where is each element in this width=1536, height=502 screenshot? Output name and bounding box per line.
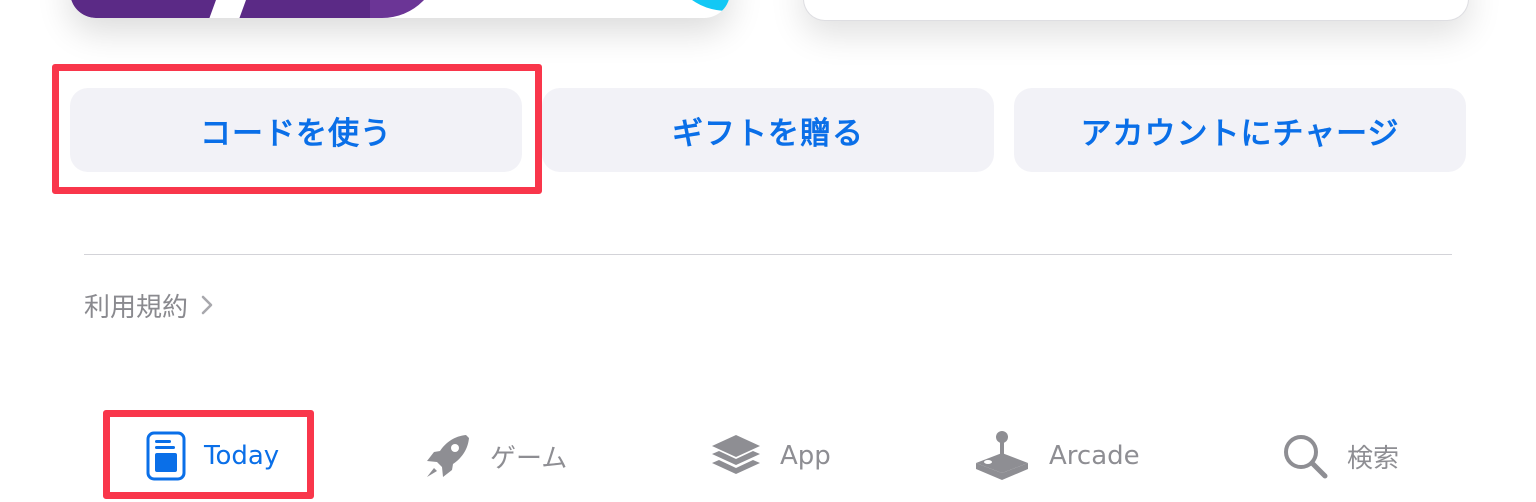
add-funds-button[interactable]: アカウントにチャージ	[1014, 88, 1466, 172]
divider	[84, 254, 1452, 255]
terms-label: 利用規約	[84, 292, 189, 323]
layers-icon	[710, 432, 762, 480]
tab-today-label: Today	[204, 441, 280, 471]
tab-arcade-label: Arcade	[1049, 441, 1140, 471]
joystick-icon	[973, 430, 1031, 482]
tab-games-label: ゲーム	[490, 443, 568, 474]
search-icon	[1281, 432, 1329, 480]
tab-arcade[interactable]: Arcade	[973, 426, 1140, 486]
tab-games[interactable]: ゲーム	[422, 426, 567, 486]
tab-apps-label: App	[780, 441, 831, 471]
tab-search[interactable]: 検索	[1281, 426, 1399, 486]
terms-link[interactable]: 利用規約	[84, 285, 214, 325]
tab-today[interactable]: Today	[146, 426, 279, 486]
today-icon	[146, 431, 186, 481]
tab-search-label: 検索	[1347, 443, 1400, 474]
rocket-icon	[422, 431, 472, 481]
chevron-right-icon	[200, 294, 214, 316]
featured-card-right[interactable]	[803, 0, 1469, 21]
send-gift-button[interactable]: ギフトを贈る	[542, 88, 994, 172]
card-artwork-shape	[665, 0, 730, 18]
featured-card-left[interactable]	[70, 0, 730, 18]
tab-apps[interactable]: App	[710, 426, 831, 486]
card-artwork-shape	[370, 0, 440, 18]
redeem-code-button[interactable]: コードを使う	[70, 88, 522, 172]
